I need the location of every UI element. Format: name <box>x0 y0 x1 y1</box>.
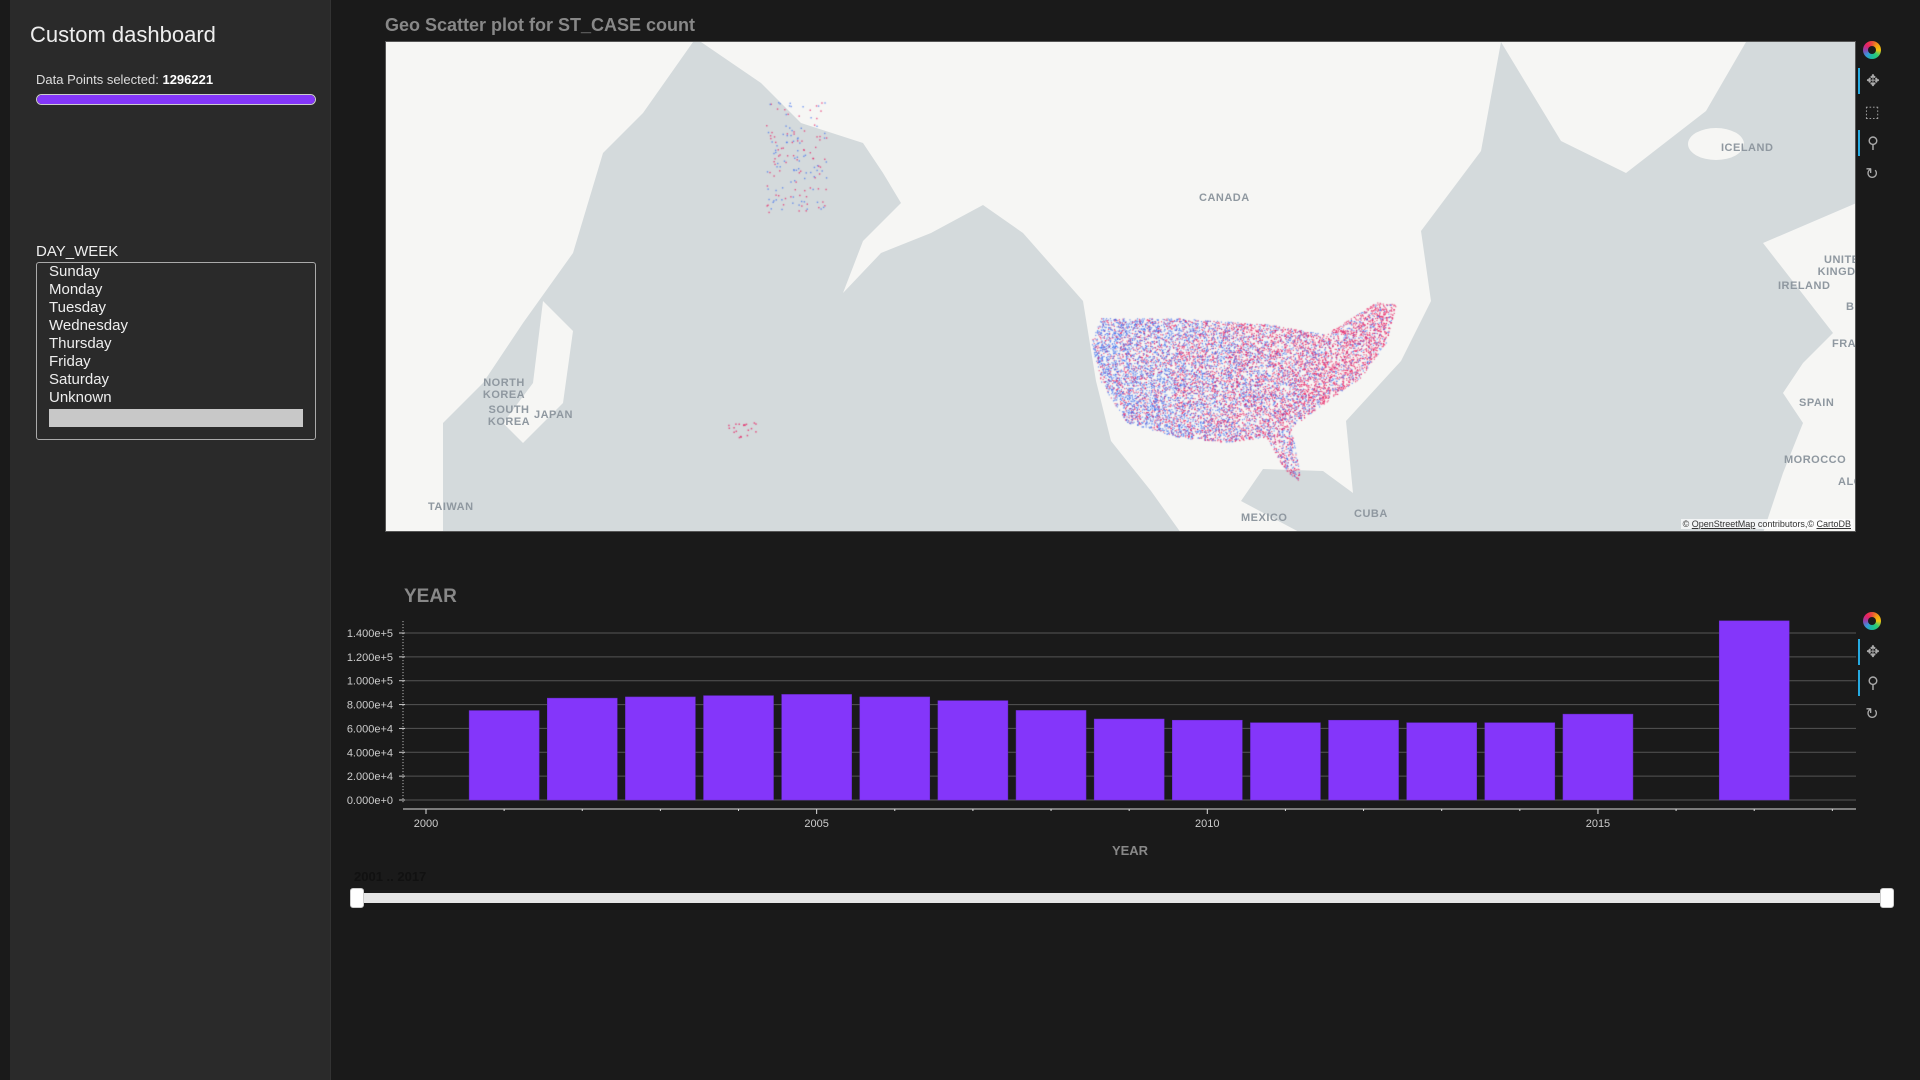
day-week-option[interactable] <box>49 409 303 427</box>
year-range-slider[interactable] <box>350 888 1894 908</box>
data-points-value: 1296221 <box>162 72 214 87</box>
bar <box>859 696 931 801</box>
bar <box>468 710 540 801</box>
cartodb-link[interactable]: CartoDB <box>1816 519 1851 529</box>
day-week-option[interactable]: Wednesday <box>37 317 315 335</box>
day-week-option[interactable]: Tuesday <box>37 299 315 317</box>
day-week-option[interactable]: Thursday <box>37 335 315 353</box>
x-tick-label: 2010 <box>1195 818 1219 830</box>
map-label: NORTH KOREA <box>482 377 526 401</box>
bokeh-logo-tool <box>1858 608 1886 634</box>
data-points-selected: Data Points selected: 1296221 <box>36 72 213 87</box>
map-label: SPAIN <box>1799 397 1835 409</box>
box-zoom-icon: ⬚ <box>1864 104 1880 121</box>
attr-prefix: © <box>1682 519 1692 529</box>
map-label: ICELAND <box>1721 142 1774 154</box>
bokeh-logo-icon <box>1863 612 1881 630</box>
data-points-label: Data Points selected: <box>36 72 163 87</box>
bar <box>703 695 774 801</box>
dashboard-title: Custom dashboard <box>30 22 216 47</box>
map-title: Geo Scatter plot for ST_CASE count <box>385 15 696 35</box>
bar <box>1015 710 1087 801</box>
x-tick-label: 2015 <box>1586 818 1610 830</box>
map-label: TAIWAN <box>428 501 474 513</box>
y-tick-label: 1.000e+5 <box>347 676 393 688</box>
reset-icon: ↻ <box>1865 166 1879 183</box>
wheel-zoom-tool[interactable]: ⚲ <box>1858 670 1886 696</box>
reset-icon: ↻ <box>1865 706 1879 723</box>
data-points-progress-bar <box>36 94 316 105</box>
x-tick-label: 2000 <box>414 818 438 830</box>
wheel-zoom-tool[interactable]: ⚲ <box>1858 130 1886 156</box>
day-week-option[interactable]: Saturday <box>37 371 315 389</box>
bar <box>1172 719 1243 801</box>
osm-link[interactable]: OpenStreetMap <box>1692 519 1756 529</box>
map-label: JAPAN <box>534 409 573 421</box>
pan-tool[interactable]: ✥ <box>1858 639 1886 665</box>
y-tick-label: 2.000e+4 <box>347 771 393 783</box>
reset-tool[interactable]: ↻ <box>1858 161 1886 187</box>
bar <box>1718 620 1790 801</box>
bar <box>937 700 1009 801</box>
bar <box>625 696 696 801</box>
accident-scatter-points <box>386 42 1855 531</box>
day-week-label: DAY_WEEK <box>36 243 119 260</box>
bar <box>1562 713 1634 801</box>
year-range-label: 2001 .. 2017 <box>354 869 427 884</box>
bar <box>1328 719 1399 801</box>
pan-icon: ✥ <box>1866 73 1880 90</box>
map-label: UNITED KINGDOM <box>1817 254 1856 278</box>
bar <box>1093 718 1165 801</box>
y-tick-label: 6.000e+4 <box>347 723 393 735</box>
map-label: BELG <box>1846 301 1855 313</box>
y-tick-label: 1.400e+5 <box>347 628 393 640</box>
slider-start-handle[interactable] <box>350 888 364 908</box>
bar <box>781 694 852 801</box>
bar <box>547 697 618 801</box>
day-week-option[interactable]: Unknown <box>37 389 315 407</box>
map-label: MEXICO <box>1241 512 1288 524</box>
reset-tool[interactable]: ↻ <box>1858 701 1886 727</box>
box-zoom-tool[interactable]: ⬚ <box>1858 99 1886 125</box>
map-label: FRANCE <box>1832 338 1856 350</box>
map-label: IRELAND <box>1778 280 1831 292</box>
day-week-option[interactable]: Sunday <box>37 263 315 281</box>
x-axis-label: YEAR <box>1112 843 1149 858</box>
y-tick-label: 4.000e+4 <box>347 747 393 759</box>
y-tick-label: 0.000e+0 <box>347 795 393 807</box>
bar-chart-title: YEAR <box>404 586 457 607</box>
map-label: CANADA <box>1199 192 1250 204</box>
wheel-zoom-icon: ⚲ <box>1867 135 1879 152</box>
wheel-zoom-icon: ⚲ <box>1867 675 1879 692</box>
progress-fill <box>37 95 315 104</box>
pan-icon: ✥ <box>1866 644 1880 661</box>
pan-tool[interactable]: ✥ <box>1858 68 1886 94</box>
attr-mid: contributors,© <box>1755 519 1817 529</box>
y-tick-label: 1.200e+5 <box>347 652 393 664</box>
map-label: CUBA <box>1354 508 1388 520</box>
geo-scatter-map[interactable]: CANADA MEXICO CUBA ICELAND UNITED KINGDOM IRE… <box>385 41 1856 532</box>
map-label: MOROCCO <box>1784 454 1847 466</box>
x-tick-label: 2005 <box>804 818 828 830</box>
y-tick-label: 8.000e+4 <box>347 700 393 712</box>
slider-end-handle[interactable] <box>1880 888 1894 908</box>
bar <box>1250 722 1321 801</box>
day-week-multiselect[interactable]: Sunday Monday Tuesday Wednesday Thursday Frid… <box>36 262 316 440</box>
year-bar-chart[interactable]: 0.000e+0 2.000e+4 4.000e+4 6.000e+4 8.000e+4… <box>340 610 1860 870</box>
map-label: ALGER <box>1838 476 1855 488</box>
map-attribution: © OpenStreetMap contributors,© CartoDB <box>1680 519 1853 529</box>
bokeh-logo-tool <box>1858 37 1886 63</box>
bar <box>1484 722 1556 801</box>
bar <box>1406 722 1477 801</box>
bokeh-logo-icon <box>1863 41 1881 59</box>
day-week-option[interactable]: Friday <box>37 353 315 371</box>
day-week-option[interactable]: Monday <box>37 281 315 299</box>
sidebar: Custom dashboard Data Points selected: 1… <box>10 0 331 1080</box>
